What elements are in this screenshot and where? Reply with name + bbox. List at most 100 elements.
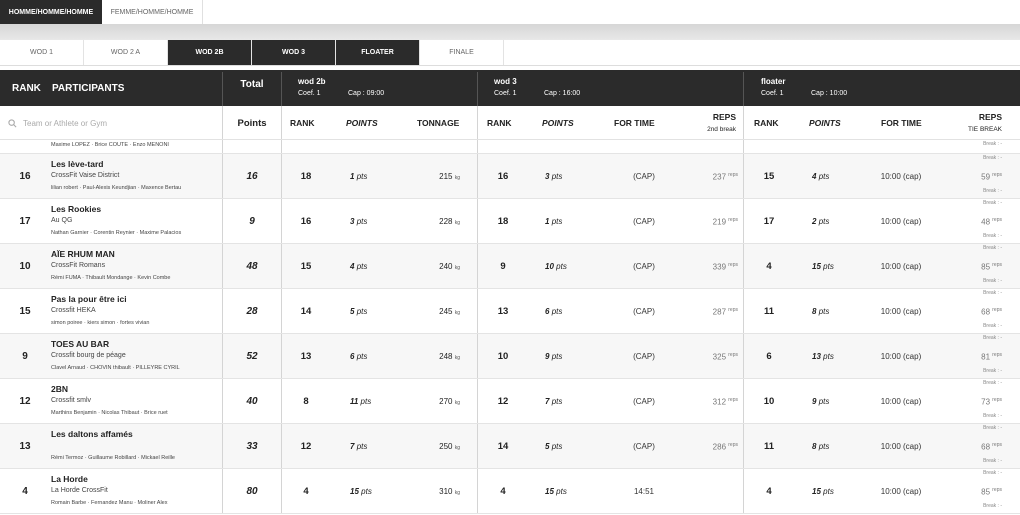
wod2b-rank-header[interactable]: RANK (290, 106, 315, 140)
wod3-heading[interactable]: wod 3 (494, 77, 517, 86)
team-name[interactable]: Les lève-tard (51, 159, 103, 169)
table-row[interactable]: 15 Pas la pour être ici Crossfit HEKA si… (0, 289, 1020, 334)
reps-unit: reps (728, 307, 738, 313)
wod2b-points-header[interactable]: POINTS (346, 106, 378, 140)
break-label: Break : - (983, 335, 1002, 341)
tab-wod2a[interactable]: WOD 2 A (84, 40, 168, 65)
table-row[interactable]: 16 Les lève-tard CrossFit Vaise District… (0, 154, 1020, 199)
tonnage-value: 248 (439, 352, 453, 361)
wod2b-rank: 18 (300, 171, 312, 182)
kg-unit: kg (454, 265, 460, 271)
total-points: 52 (246, 351, 258, 362)
wod3-coef: Coef. 1 (494, 90, 517, 97)
kg-unit: kg (454, 400, 460, 406)
tonnage-value: 310 (439, 487, 453, 496)
wod3-time: (CAP) (633, 352, 655, 361)
wod2b-heading[interactable]: wod 2b (298, 77, 326, 86)
wod2b-points: 11 pts (350, 397, 371, 406)
tab-finale[interactable]: FINALE (420, 40, 504, 65)
table-row[interactable]: 12 2BN Crossfit smlv Marthins Benjamin ·… (0, 379, 1020, 424)
wod2b-tonnage-header[interactable]: TONNAGE (417, 106, 459, 140)
floater-fortime-header[interactable]: FOR TIME (881, 106, 922, 140)
reps-value: 286 (712, 442, 727, 452)
table-row[interactable]: 13 Les daltons affamés Rémi Termoz · Gui… (0, 424, 1020, 469)
gender-tabs: HOMME/HOMME/HOMME FEMME/HOMME/HOMME (0, 0, 1020, 24)
search-box[interactable]: Team or Athlete or Gym (8, 106, 218, 140)
wod2b-coef: Coef. 1 (298, 90, 321, 97)
wod2b-points-value: 7 (350, 442, 355, 451)
wod2b-rank: 13 (300, 351, 312, 362)
search-input[interactable]: Team or Athlete or Gym (23, 119, 107, 128)
wod3-rank: 10 (497, 351, 509, 362)
pts-unit: pts (556, 487, 567, 496)
break-label: Break : - (983, 245, 1002, 251)
table-row[interactable]: 4 La Horde La Horde CrossFit Romain Barb… (0, 469, 1020, 514)
wod2b-tonnage: 310 kg (400, 487, 460, 496)
floater-points-value: 8 (812, 442, 817, 451)
tab-wod2b[interactable]: WOD 2B (168, 40, 252, 65)
tab-homme[interactable]: HOMME/HOMME/HOMME (0, 0, 102, 24)
leaderboard-header: RANK PARTICIPANTS Total wod 2b Coef. 1 C… (0, 72, 1020, 106)
wod2b-tonnage: 228 kg (400, 217, 460, 226)
wod3-fortime-header[interactable]: FOR TIME (614, 106, 655, 140)
floater-rank-header[interactable]: RANK (754, 106, 779, 140)
wod2b-rank: 4 (303, 486, 309, 497)
pts-unit: pts (818, 397, 830, 406)
wod2b-tonnage: 248 kg (400, 352, 460, 361)
list-item-partial[interactable]: Maxime LOPEZ · Brice COUTE · Enzo MENONI… (0, 140, 1020, 154)
wod3-rank: 13 (497, 306, 509, 317)
tab-floater[interactable]: FLOATER (336, 40, 420, 65)
gym-name: Crossfit HEKA (51, 307, 96, 314)
floater-points-value: 15 (812, 262, 821, 271)
pts-unit: pts (551, 172, 563, 181)
tab-wod1[interactable]: WOD 1 (0, 40, 84, 65)
reps-unit: reps (992, 352, 1002, 358)
tab-femme[interactable]: FEMME/HOMME/HOMME (102, 0, 203, 24)
team-name[interactable]: 2BN (51, 384, 68, 394)
athletes: Marthins Benjamin · Nicolas Thibaut · Br… (51, 410, 168, 416)
floater-heading[interactable]: floater (761, 77, 785, 86)
table-row[interactable]: 17 Les Rookies Au QG Nathan Garnier · Co… (0, 199, 1020, 244)
points-col-header[interactable]: Points (224, 106, 280, 140)
wod-tabs: WOD 1 WOD 2 A WOD 2B WOD 3 FLOATER FINAL… (0, 40, 1020, 66)
wod3-points-value: 6 (545, 307, 550, 316)
table-row[interactable]: 9 TOES AU BAR Crossfit bourg de péage Cl… (0, 334, 1020, 379)
floater-rank: 11 (763, 306, 775, 317)
reps-unit: reps (992, 307, 1002, 313)
floater-points-value: 13 (812, 352, 821, 361)
reps-value: 81 (981, 352, 991, 362)
team-name[interactable]: La Horde (51, 474, 88, 484)
team-name[interactable]: TOES AU BAR (51, 339, 109, 349)
wod3-points-header[interactable]: POINTS (542, 106, 574, 140)
break-label: Break : - (983, 155, 1002, 161)
wod3-rank: 12 (497, 396, 509, 407)
wod3-points: 9 pts (545, 352, 562, 361)
team-name[interactable]: Pas la pour être ici (51, 294, 127, 304)
break-label: Break : - (983, 278, 1002, 284)
kg-unit: kg (454, 490, 460, 496)
floater-time: 10:00 (cap) (880, 307, 922, 316)
reps-unit: reps (728, 172, 738, 178)
reps-value: 287 (712, 307, 727, 317)
team-name[interactable]: Les Rookies (51, 204, 101, 214)
tab-wod3[interactable]: WOD 3 (252, 40, 336, 65)
floater-points-value: 2 (812, 217, 817, 226)
tonnage-value: 270 (439, 397, 453, 406)
wod3-time: (CAP) (633, 442, 655, 451)
floater-points-header[interactable]: POINTS (809, 106, 841, 140)
wod2b-rank: 14 (300, 306, 312, 317)
team-name[interactable]: Les daltons affamés (51, 429, 133, 439)
table-row[interactable]: 10 AÏE RHUM MAN CrossFit Romans Rémi FUM… (0, 244, 1020, 289)
wod3-points: 1 pts (545, 217, 562, 226)
break-label: Break : - (983, 233, 1002, 239)
break-label: Break : - (983, 458, 1002, 464)
team-name[interactable]: AÏE RHUM MAN (51, 249, 115, 259)
break-label: Break : - (983, 323, 1002, 329)
divider-band (0, 24, 1020, 40)
gym-name: Au QG (51, 217, 73, 224)
gym-name: La Horde CrossFit (51, 487, 108, 494)
floater-time: 10:00 (cap) (880, 352, 922, 361)
pts-unit: pts (823, 352, 834, 361)
reps-value: 325 (712, 352, 727, 362)
wod3-rank-header[interactable]: RANK (487, 106, 512, 140)
